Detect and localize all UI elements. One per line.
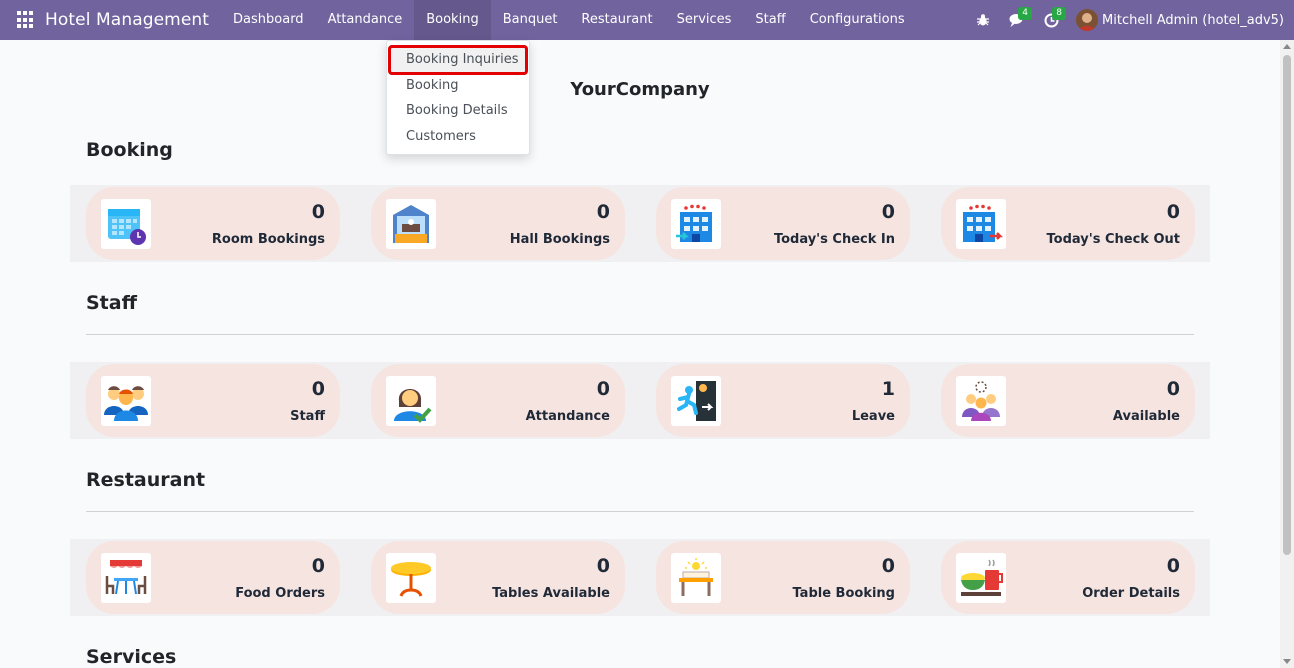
card-label: Order Details <box>1082 586 1180 601</box>
apps-menu-icon[interactable] <box>17 11 35 29</box>
menu-restaurant[interactable]: Restaurant <box>569 0 664 40</box>
staff-cards-row: 0 Staff 0 Attandance 1 Leave 0 Available <box>70 362 1210 439</box>
card-table-booking[interactable]: 0 Table Booking <box>656 541 910 614</box>
dropdown-item-customers[interactable]: Customers <box>387 124 529 150</box>
hotel-checkout-icon <box>956 199 1006 249</box>
scrollbar-thumb[interactable] <box>1283 55 1291 555</box>
card-available[interactable]: 0 Available <box>941 364 1195 437</box>
card-value: 0 <box>596 555 610 577</box>
user-name: Mitchell Admin (hotel_adv5) <box>1102 12 1284 28</box>
card-label: Room Bookings <box>211 232 325 247</box>
card-value: 0 <box>311 201 325 223</box>
card-value: 0 <box>311 378 325 400</box>
calendar-icon <box>101 199 151 249</box>
card-room-bookings[interactable]: 0 Room Bookings <box>86 187 340 260</box>
systray: 4 8 Mitchell Admin (hotel_adv5) <box>966 0 1294 40</box>
card-label: Leave <box>851 409 895 424</box>
dropdown-item-booking[interactable]: Booking <box>387 73 529 99</box>
card-staff[interactable]: 0 Staff <box>86 364 340 437</box>
dining-icon <box>101 553 151 603</box>
restaurant-cards-row: 0 Food Orders 0 Tables Available 0 Table… <box>70 539 1210 616</box>
booking-cards-row: 0 Room Bookings 0 Hall Bookings 0 Today'… <box>70 185 1210 262</box>
app-brand[interactable]: Hotel Management <box>45 10 209 30</box>
staff-group-icon <box>101 376 151 426</box>
card-label: Today's Check Out <box>1046 232 1180 247</box>
card-label: Available <box>1112 409 1180 424</box>
food-order-icon <box>956 553 1006 603</box>
table-booking-icon <box>671 553 721 603</box>
debug-button[interactable] <box>966 0 1000 40</box>
menu-booking[interactable]: Booking <box>414 0 491 40</box>
activities-button[interactable]: 8 <box>1034 0 1068 40</box>
card-food-orders[interactable]: 0 Food Orders <box>86 541 340 614</box>
bug-icon <box>977 14 990 26</box>
hotel-checkin-icon <box>671 199 721 249</box>
section-title-services: Services <box>86 646 177 668</box>
menu-dashboard[interactable]: Dashboard <box>221 0 316 40</box>
activity-count-badge: 8 <box>1052 7 1067 20</box>
table-icon <box>386 553 436 603</box>
card-leave[interactable]: 1 Leave <box>656 364 910 437</box>
company-name: YourCompany <box>570 79 710 100</box>
page-scrollbar[interactable] <box>1280 40 1294 668</box>
card-label: Hall Bookings <box>509 232 610 247</box>
card-todays-check-in[interactable]: 0 Today's Check In <box>656 187 910 260</box>
card-label: Attandance <box>525 409 610 424</box>
scroll-up-arrow-icon[interactable] <box>1283 44 1291 49</box>
card-value: 0 <box>881 555 895 577</box>
card-value: 0 <box>1166 378 1180 400</box>
card-label: Tables Available <box>492 586 610 601</box>
available-staff-icon <box>956 376 1006 426</box>
attendance-icon <box>386 376 436 426</box>
card-order-details[interactable]: 0 Order Details <box>941 541 1195 614</box>
section-title-booking: Booking <box>86 139 173 161</box>
section-title-restaurant: Restaurant <box>86 469 206 491</box>
card-value: 0 <box>881 201 895 223</box>
card-value: 0 <box>1166 555 1180 577</box>
card-value: 0 <box>596 378 610 400</box>
card-value: 0 <box>311 555 325 577</box>
menu-attandance[interactable]: Attandance <box>316 0 415 40</box>
divider <box>86 334 1194 335</box>
section-title-staff: Staff <box>86 292 137 314</box>
scroll-down-arrow-icon[interactable] <box>1283 659 1291 664</box>
card-value: 1 <box>881 378 895 400</box>
card-attandance[interactable]: 0 Attandance <box>371 364 625 437</box>
user-menu[interactable]: Mitchell Admin (hotel_adv5) <box>1076 9 1284 31</box>
hall-icon <box>386 199 436 249</box>
divider <box>86 511 1194 512</box>
dropdown-item-booking-inquiries[interactable]: Booking Inquiries <box>388 45 528 75</box>
chat-count-badge: 4 <box>1018 7 1033 20</box>
menu-configurations[interactable]: Configurations <box>798 0 917 40</box>
exit-icon <box>671 376 721 426</box>
menu-banquet[interactable]: Banquet <box>491 0 570 40</box>
top-navbar: Hotel Management Dashboard Attandance Bo… <box>0 0 1294 40</box>
card-value: 0 <box>1166 201 1180 223</box>
card-label: Food Orders <box>235 586 325 601</box>
card-label: Staff <box>290 409 325 424</box>
card-tables-available[interactable]: 0 Tables Available <box>371 541 625 614</box>
main-menu: Dashboard Attandance Booking Banquet Res… <box>221 0 917 40</box>
card-label: Table Booking <box>792 586 895 601</box>
dropdown-item-booking-details[interactable]: Booking Details <box>387 98 529 124</box>
menu-services[interactable]: Services <box>665 0 744 40</box>
booking-dropdown-menu: Booking Inquiries Booking Booking Detail… <box>386 40 530 155</box>
card-hall-bookings[interactable]: 0 Hall Bookings <box>371 187 625 260</box>
card-value: 0 <box>596 201 610 223</box>
menu-staff[interactable]: Staff <box>743 0 797 40</box>
messages-button[interactable]: 4 <box>1000 0 1034 40</box>
avatar <box>1076 9 1099 31</box>
card-label: Today's Check In <box>773 232 895 247</box>
card-todays-check-out[interactable]: 0 Today's Check Out <box>941 187 1195 260</box>
